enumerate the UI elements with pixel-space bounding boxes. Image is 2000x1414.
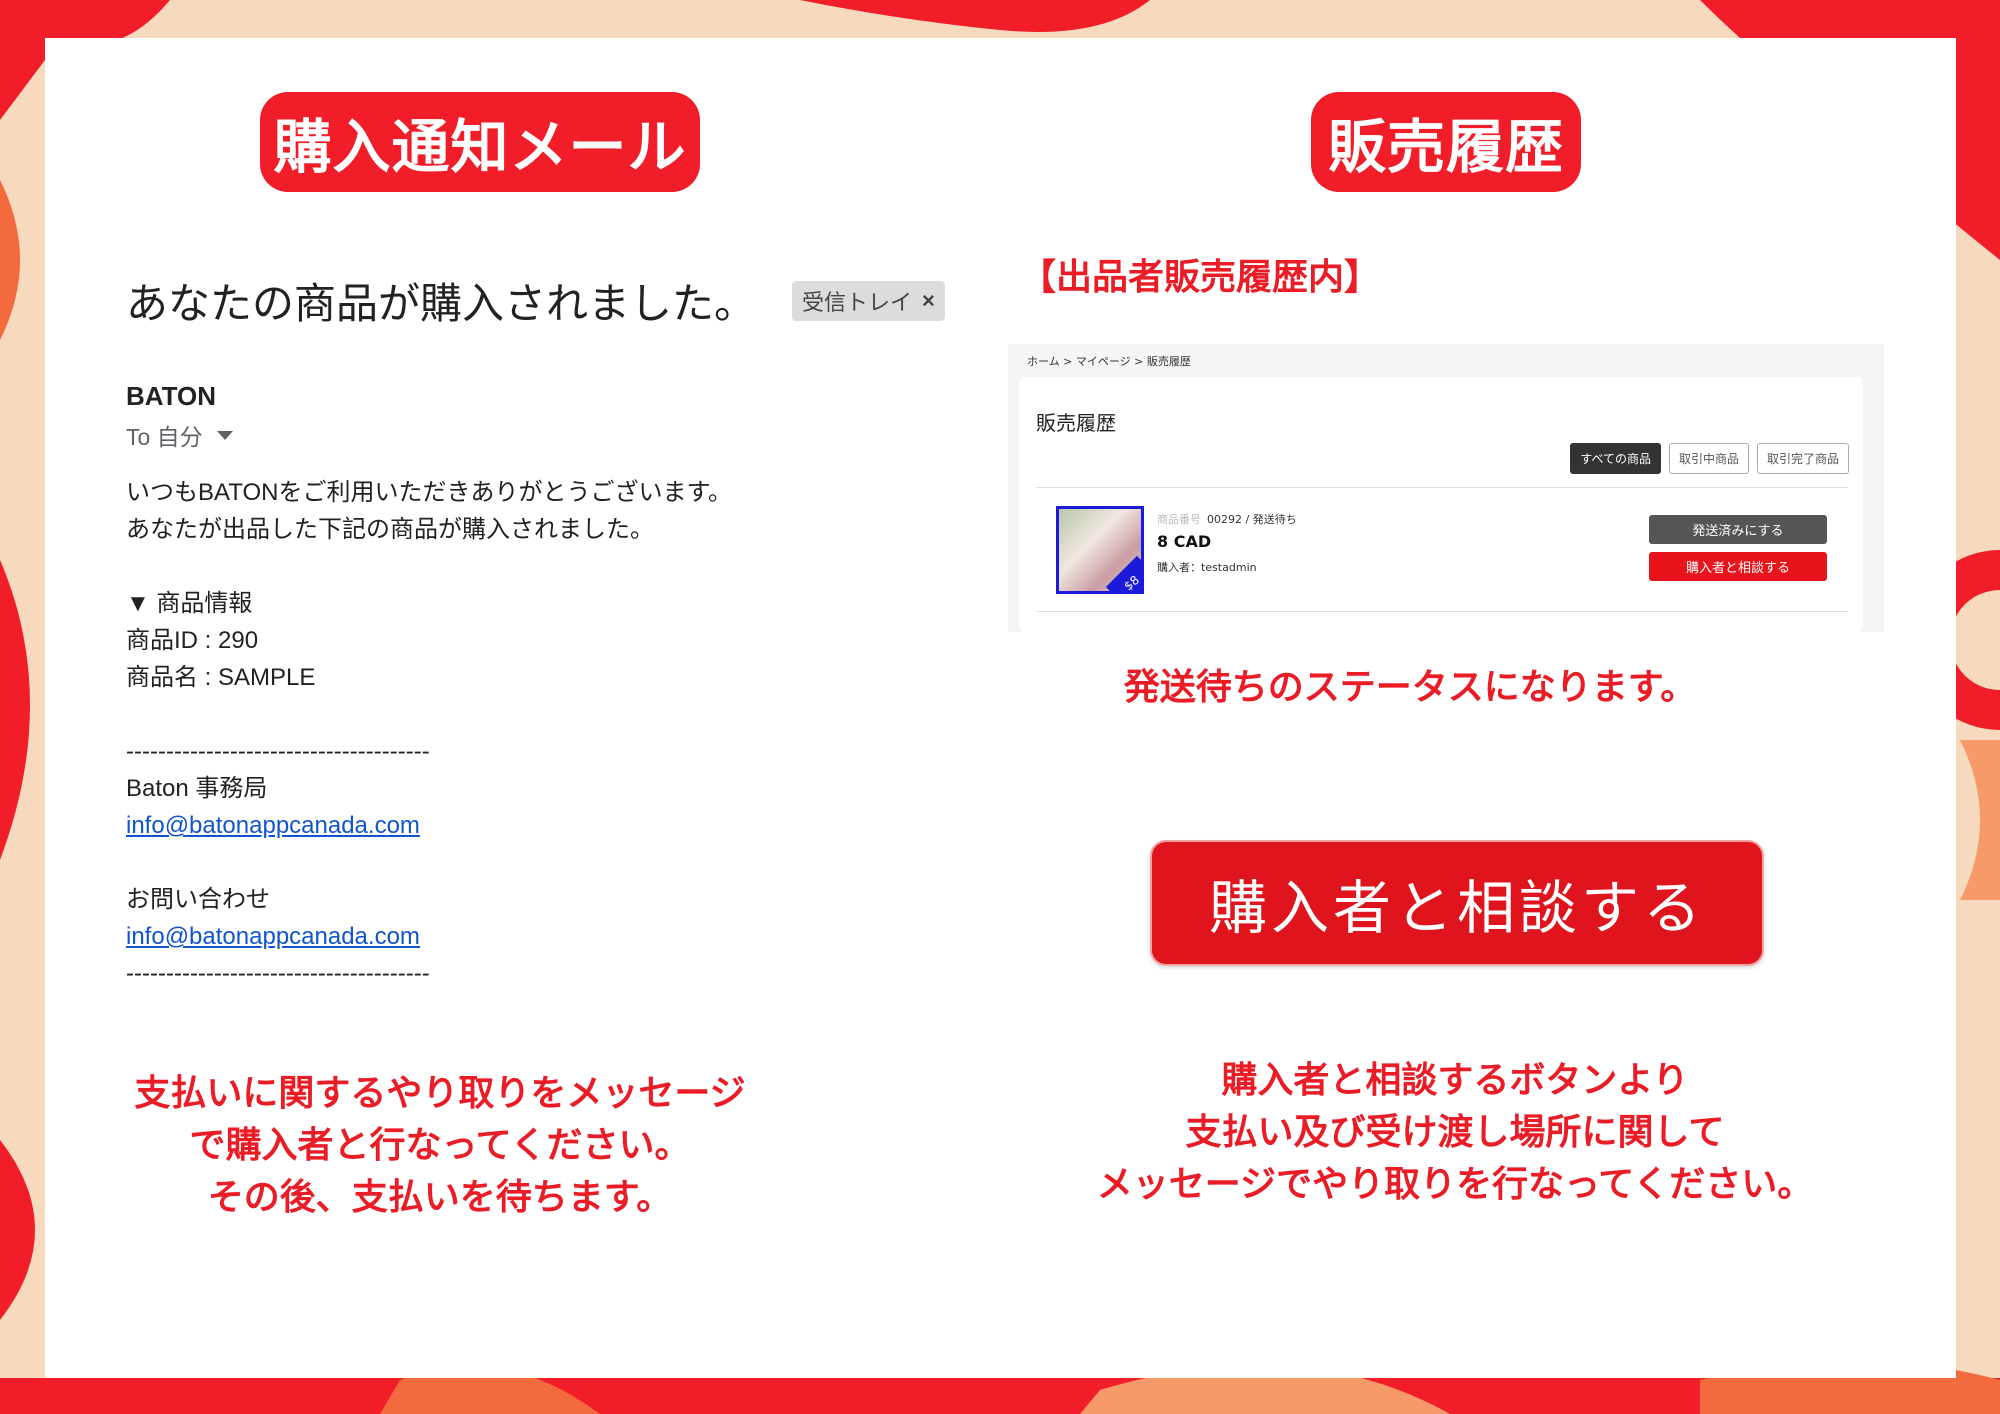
mark-shipped-button[interactable]: 発送済みにする <box>1649 515 1827 544</box>
email-subject: あなたの商品が購入されました。 受信トレイ × <box>126 270 966 331</box>
product-id-value: 00292 / 発送待ち <box>1207 513 1297 526</box>
note-line: 支払いに関するやり取りをメッセージ <box>134 1073 746 1114</box>
email-line: お問い合わせ <box>126 886 270 913</box>
email-subject-text: あなたの商品が購入されました。 <box>126 280 757 327</box>
section-label: 【出品者販売履歴内】 <box>1020 257 1381 298</box>
divider <box>1036 611 1848 612</box>
tab-in-progress[interactable]: 取引中商品 <box>1668 443 1749 474</box>
email-line: ▼ 商品情報 <box>126 590 253 617</box>
product-price: 8 CAD <box>1157 532 1212 551</box>
email-recipient[interactable]: To 自分 <box>126 418 966 452</box>
consult-buyer-button[interactable]: 購入者と相談する <box>1649 552 1827 581</box>
email-sender: BATON <box>126 381 217 411</box>
page-title: 販売履歴 <box>1036 411 1116 435</box>
note-line: 支払い及び受け渡し場所に関して <box>1185 1112 1725 1153</box>
inbox-label-text: 受信トレイ <box>802 289 913 315</box>
email-separator: -------------------------------------- <box>126 738 430 765</box>
email-link[interactable]: info@batonappcanada.com <box>126 812 420 839</box>
email-separator: -------------------------------------- <box>126 960 430 987</box>
note-line: で購入者と行なってください。 <box>189 1125 691 1166</box>
email-section-heading: 購入通知メール <box>260 92 700 192</box>
tab-all-items[interactable]: すべての商品 <box>1570 443 1661 474</box>
sales-history-screenshot: ホーム > マイページ > 販売履歴 販売履歴 すべての商品 取引中商品 取引完… <box>1008 344 1884 632</box>
sales-history-panel: 販売履歴 すべての商品 取引中商品 取引完了商品 $8 商品番号 00292 / … <box>1019 377 1863 632</box>
email-body: いつもBATONをご利用いただきありがとうございます。 あなたが出品した下記の商… <box>126 474 966 992</box>
inbox-label-chip[interactable]: 受信トレイ × <box>792 280 945 321</box>
notification-email: あなたの商品が購入されました。 受信トレイ × BATON To 自分 いつもB… <box>126 270 966 992</box>
consult-buyer-button-large[interactable]: 購入者と相談する <box>1150 840 1764 966</box>
close-icon[interactable]: × <box>922 288 935 314</box>
sales-history-heading: 販売履歴 <box>1311 92 1581 192</box>
note-line: その後、支払いを待ちます。 <box>207 1177 673 1218</box>
email-line: あなたが出品した下記の商品が購入されました。 <box>126 516 654 543</box>
filter-tabs: すべての商品 取引中商品 取引完了商品 <box>1570 443 1849 474</box>
note-line: メッセージでやり取りを行なってください。 <box>1096 1164 1814 1205</box>
consult-instruction-note: 購入者と相談するボタンより 支払い及び受け渡し場所に関して メッセージでやり取り… <box>1050 1055 1860 1211</box>
status-note: 発送待ちのステータスになります。 <box>1123 667 1697 708</box>
price-corner <box>1105 555 1141 591</box>
email-line: Baton 事務局 <box>126 775 268 802</box>
email-line: 商品名 : SAMPLE <box>126 664 316 691</box>
tab-completed[interactable]: 取引完了商品 <box>1756 443 1849 474</box>
product-buyer: 購入者：testadmin <box>1157 561 1257 574</box>
divider <box>1036 487 1848 488</box>
email-line: 商品ID : 290 <box>126 627 259 654</box>
product-id-label: 商品番号 <box>1157 513 1201 526</box>
email-instruction-note: 支払いに関するやり取りをメッセージ で購入者と行なってください。 その後、支払い… <box>100 1068 780 1224</box>
product-thumbnail[interactable]: $8 <box>1056 506 1144 594</box>
breadcrumb: ホーム > マイページ > 販売履歴 <box>1027 355 1191 368</box>
contact-email-link[interactable]: info@batonappcanada.com <box>126 923 420 950</box>
email-recipient-text: To 自分 <box>126 424 203 450</box>
note-line: 購入者と相談するボタンより <box>1221 1060 1689 1101</box>
product-id-status: 商品番号 00292 / 発送待ち <box>1157 511 1297 527</box>
email-line: いつもBATONをご利用いただきありがとうございます。 <box>126 479 733 506</box>
chevron-down-icon[interactable] <box>216 430 233 440</box>
